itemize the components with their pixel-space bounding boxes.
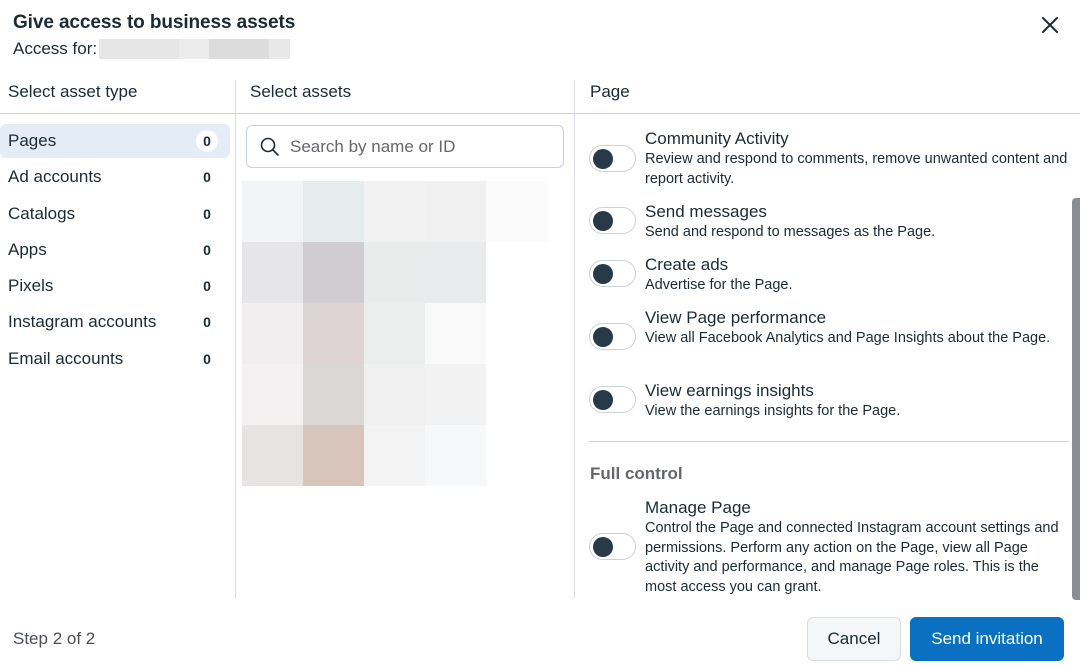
step-indicator: Step 2 of 2 <box>13 629 96 648</box>
asset-type-catalogs[interactable]: Catalogs 0 <box>0 197 230 231</box>
asset-type-pages[interactable]: Pages 0 <box>0 124 230 158</box>
permission-title: Manage Page <box>645 498 751 517</box>
permission-text: View Page performance View all Facebook … <box>645 307 1069 349</box>
access-for-label: Access for: <box>13 39 98 58</box>
permission-toggle[interactable] <box>589 386 636 413</box>
permission-title: Create ads <box>645 255 729 274</box>
permission-title: View earnings insights <box>645 381 814 400</box>
permission-text: Create ads Advertise for the Page. <box>645 254 1069 296</box>
permission-toggle[interactable] <box>589 260 636 287</box>
redacted-block <box>425 242 486 303</box>
asset-type-header: Select asset type <box>8 82 138 101</box>
permission-text: Community Activity Review and respond to… <box>645 128 1069 189</box>
permission-title: View Page performance <box>645 308 827 327</box>
access-for-line: Access for: <box>13 39 291 59</box>
full-control-label: Full control <box>590 464 683 483</box>
asset-type-email-accounts[interactable]: Email accounts 0 <box>0 342 230 376</box>
toggle-knob <box>593 264 613 284</box>
header-divider <box>0 113 1080 114</box>
asset-count-badge: 0 <box>203 351 211 367</box>
redacted-block <box>303 303 364 364</box>
redacted-block <box>303 242 364 303</box>
redacted-block <box>364 425 425 486</box>
asset-type-label: Email accounts <box>8 349 124 368</box>
permission-toggle[interactable] <box>589 207 636 234</box>
redacted-block <box>364 181 425 242</box>
redacted-block <box>364 242 425 303</box>
asset-count-badge: 0 <box>196 130 218 152</box>
toggle-knob <box>593 211 613 231</box>
dialog-title: Give access to business assets <box>13 12 296 33</box>
redacted-block <box>425 181 486 242</box>
search-icon <box>260 137 279 156</box>
toggle-knob <box>593 327 613 347</box>
asset-type-label: Instagram accounts <box>8 312 157 331</box>
column-divider <box>574 80 575 598</box>
redacted-block <box>486 181 547 242</box>
redacted-block <box>425 303 486 364</box>
permission-description: View all Facebook Analytics and Page Ins… <box>645 330 1051 346</box>
permissions-scrollbar[interactable] <box>1072 198 1080 600</box>
redacted-block <box>303 181 364 242</box>
asset-type-ad-accounts[interactable]: Ad accounts 0 <box>0 160 230 194</box>
close-button[interactable] <box>1037 12 1063 38</box>
asset-type-apps[interactable]: Apps 0 <box>0 233 230 267</box>
permission-text: View earnings insights View the earnings… <box>645 380 1069 422</box>
redacted-block <box>242 181 303 242</box>
asset-count-badge: 0 <box>203 314 211 330</box>
permission-description: View the earnings insights for the Page. <box>645 403 901 419</box>
permission-title: Send messages <box>645 202 767 221</box>
redacted-block <box>364 303 425 364</box>
permission-description: Send and respond to messages as the Page… <box>645 224 936 240</box>
asset-type-label: Apps <box>8 240 47 259</box>
section-divider <box>589 441 1069 442</box>
send-invitation-button[interactable]: Send invitation <box>910 617 1064 661</box>
access-for-redacted-value <box>99 39 291 59</box>
permission-description: Advertise for the Page. <box>645 277 793 293</box>
asset-search-input[interactable] <box>290 136 550 157</box>
asset-type-label: Ad accounts <box>8 167 102 186</box>
toggle-knob <box>593 149 613 169</box>
asset-type-label: Catalogs <box>8 204 76 223</box>
asset-type-pixels[interactable]: Pixels 0 <box>0 269 230 303</box>
asset-count-badge: 0 <box>203 278 211 294</box>
asset-count-badge: 0 <box>203 206 211 222</box>
permission-toggle[interactable] <box>589 145 636 172</box>
asset-search-box[interactable] <box>246 125 564 168</box>
asset-type-label: Pages <box>8 131 57 150</box>
redacted-block <box>242 242 303 303</box>
redacted-block <box>425 364 486 425</box>
redacted-block <box>242 425 303 486</box>
permission-description: Control the Page and connected Instagram… <box>645 520 1059 595</box>
permission-description: Review and respond to comments, remove u… <box>645 151 1068 187</box>
toggle-knob <box>593 390 613 410</box>
redacted-block <box>242 364 303 425</box>
close-icon <box>1042 17 1058 33</box>
permission-toggle[interactable] <box>589 323 636 350</box>
redacted-block <box>303 364 364 425</box>
toggle-knob <box>593 537 613 557</box>
redacted-block <box>364 364 425 425</box>
permission-text: Send messages Send and respond to messag… <box>645 201 1069 243</box>
asset-count-badge: 0 <box>203 242 211 258</box>
redacted-block <box>303 425 364 486</box>
permissions-header: Page <box>590 82 630 101</box>
column-divider <box>235 80 236 598</box>
asset-count-badge: 0 <box>203 169 211 185</box>
asset-type-instagram-accounts[interactable]: Instagram accounts 0 <box>0 305 230 339</box>
assets-header: Select assets <box>250 82 352 101</box>
redacted-block <box>242 303 303 364</box>
give-access-dialog: Give access to business assets Access fo… <box>0 0 1080 666</box>
permission-title: Community Activity <box>645 129 789 148</box>
redacted-block <box>425 425 486 486</box>
permission-toggle[interactable] <box>589 533 636 560</box>
permission-text: Manage Page Control the Page and connect… <box>645 497 1069 597</box>
cancel-button[interactable]: Cancel <box>807 617 901 661</box>
asset-type-label: Pixels <box>8 276 54 295</box>
